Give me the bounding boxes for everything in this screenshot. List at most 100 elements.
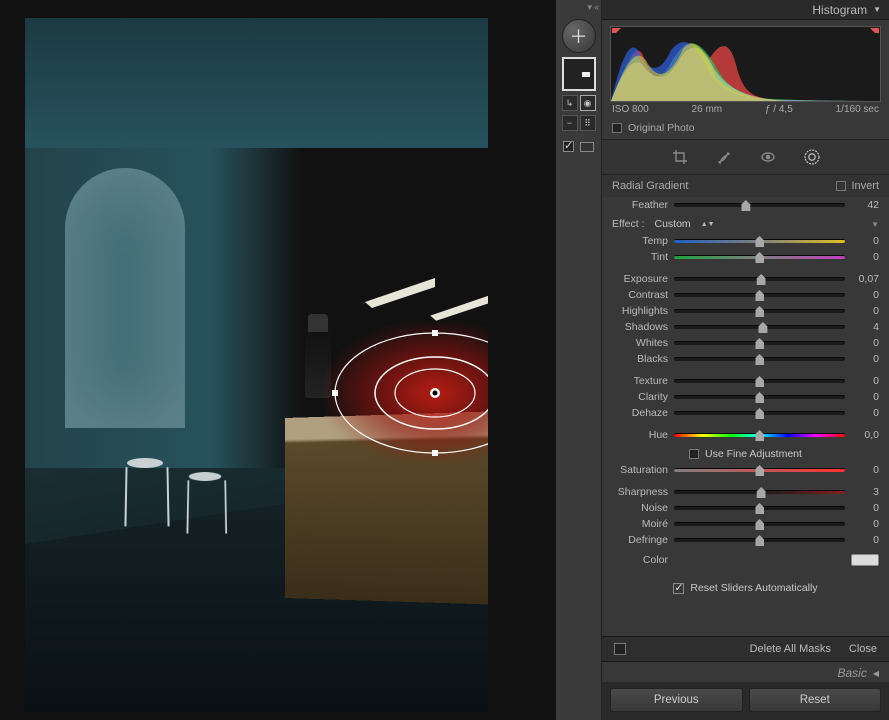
whites-slider[interactable]: Whites 0 [602, 335, 889, 351]
temp-value: 0 [851, 235, 879, 247]
defringe-value: 0 [851, 534, 879, 546]
feather-label: Feather [612, 199, 668, 211]
temp-slider[interactable]: Temp0 [602, 233, 889, 249]
chevron-down-icon[interactable]: ▼ [873, 5, 881, 14]
hue-value: 0,0 [851, 429, 879, 441]
shadows-slider[interactable]: Shadows4 [602, 319, 889, 335]
chevron-left-icon[interactable]: ◀ [873, 669, 879, 678]
hue-slider[interactable]: Hue 0,0 [602, 427, 889, 443]
clarity-label: Clarity [612, 391, 668, 403]
mask-overlay-icon[interactable] [580, 142, 594, 152]
color-swatch[interactable] [851, 554, 879, 566]
masking-tool-icon[interactable] [803, 148, 821, 166]
mask-mode-arrow-button[interactable]: ↳ [562, 95, 578, 111]
noise-label: Noise [612, 502, 668, 514]
reset-button[interactable]: Reset [749, 688, 882, 712]
mask-dots-button[interactable]: ⠿ [580, 115, 596, 131]
sharpness-slider[interactable]: Sharpness3 [602, 484, 889, 500]
dehaze-slider[interactable]: Dehaze0 [602, 405, 889, 421]
basic-label: Basic [838, 666, 867, 680]
defringe-label: Defringe [612, 534, 668, 546]
histogram-header[interactable]: Histogram ▼ [602, 0, 889, 20]
focal-value: 26 mm [692, 104, 723, 115]
iso-value: ISO 800 [612, 104, 649, 115]
highlight-clip-icon[interactable] [870, 28, 879, 37]
whites-value: 0 [851, 337, 879, 349]
feather-slider[interactable]: Feather 42 [602, 197, 889, 213]
gradient-header: Radial Gradient Invert [602, 175, 889, 197]
shadows-value: 4 [851, 321, 879, 333]
original-photo-label: Original Photo [628, 122, 695, 134]
adjustments-scroll[interactable]: Feather 42 Effect : Custom ▲▼ ▼ Temp0Tin… [602, 197, 889, 636]
mask-visibility-checkbox[interactable] [563, 141, 574, 152]
develop-panel: Histogram ▼ ISO 800 26 mm ƒ / 4,5 1/160 … [602, 0, 889, 720]
strip-handle-icon[interactable]: ▾ [587, 2, 592, 13]
highlights-label: Highlights [612, 305, 668, 317]
strip-collapse-icon[interactable]: « [594, 2, 599, 13]
shutter-value: 1/160 sec [836, 104, 879, 115]
highlights-slider[interactable]: Highlights 0 [602, 303, 889, 319]
mask-mode-dot-button[interactable]: ◉ [580, 95, 596, 111]
dehaze-label: Dehaze [612, 407, 668, 419]
color-row: Color [602, 548, 889, 572]
defringe-slider[interactable]: Defringe 0 [602, 532, 889, 548]
exposure-slider[interactable]: Exposure0,07 [602, 271, 889, 287]
invert-checkbox[interactable] [836, 181, 846, 191]
gradient-title: Radial Gradient [612, 180, 688, 192]
moire-slider[interactable]: Moiré0 [602, 516, 889, 532]
sharpness-value: 3 [851, 486, 879, 498]
previous-button[interactable]: Previous [610, 688, 743, 712]
fine-adjustment-checkbox[interactable] [689, 449, 699, 459]
contrast-slider[interactable]: Contrast 0 [602, 287, 889, 303]
moire-label: Moiré [612, 518, 668, 530]
tint-label: Tint [612, 251, 668, 263]
saturation-slider[interactable]: Saturation 0 [602, 462, 889, 478]
delete-all-masks-link[interactable]: Delete All Masks [750, 643, 831, 655]
noise-slider[interactable]: Noise 0 [602, 500, 889, 516]
effect-dropdown[interactable]: Custom [655, 218, 691, 230]
contrast-label: Contrast [612, 289, 668, 301]
invert-label: Invert [851, 180, 879, 192]
tint-slider[interactable]: Tint 0 [602, 249, 889, 265]
mask-thumbnail[interactable] [562, 57, 596, 91]
histogram[interactable] [610, 26, 881, 102]
clarity-value: 0 [851, 391, 879, 403]
mask-minus-button[interactable]: − [562, 115, 578, 131]
original-photo-checkbox[interactable] [612, 123, 622, 133]
noise-value: 0 [851, 502, 879, 514]
close-panel-link[interactable]: Close [849, 643, 877, 655]
photo-preview[interactable] [25, 18, 488, 712]
effect-label: Effect : [612, 218, 645, 230]
add-mask-button[interactable]: ＋ [562, 19, 596, 53]
redeye-tool-icon[interactable] [759, 148, 777, 166]
mask-footer: Delete All Masks Close [602, 636, 889, 662]
spot-tool-icon[interactable] [715, 148, 733, 166]
dropdown-caret-icon[interactable]: ▲▼ [701, 221, 715, 228]
highlights-value: 0 [851, 305, 879, 317]
whites-label: Whites [612, 337, 668, 349]
shadow-clip-icon[interactable] [612, 28, 621, 37]
texture-label: Texture [612, 375, 668, 387]
nav-buttons: Previous Reset [602, 682, 889, 720]
feather-value: 42 [851, 199, 879, 211]
histogram-label: Histogram [812, 3, 867, 17]
texture-value: 0 [851, 375, 879, 387]
auto-reset-checkbox[interactable] [673, 583, 684, 594]
crop-tool-icon[interactable] [671, 148, 689, 166]
photo-canvas[interactable] [0, 0, 556, 720]
mask-switch-icon[interactable] [614, 643, 626, 655]
hue-label: Hue [612, 429, 668, 441]
contrast-value: 0 [851, 289, 879, 301]
saturation-value: 0 [851, 464, 879, 476]
effect-disclosure-icon[interactable]: ▼ [871, 220, 879, 229]
mask-tool-strip: ▾ « ＋ ↳ ◉ − ⠿ [556, 0, 602, 720]
effect-row: Effect : Custom ▲▼ ▼ [602, 213, 889, 233]
clarity-slider[interactable]: Clarity 0 [602, 389, 889, 405]
blacks-slider[interactable]: Blacks0 [602, 351, 889, 367]
texture-slider[interactable]: Texture 0 [602, 373, 889, 389]
tint-value: 0 [851, 251, 879, 263]
fine-adjustment-label: Use Fine Adjustment [705, 448, 802, 460]
aperture-value: ƒ / 4,5 [765, 104, 793, 115]
basic-panel-header[interactable]: Basic ◀ [602, 662, 889, 682]
saturation-label: Saturation [612, 464, 668, 476]
